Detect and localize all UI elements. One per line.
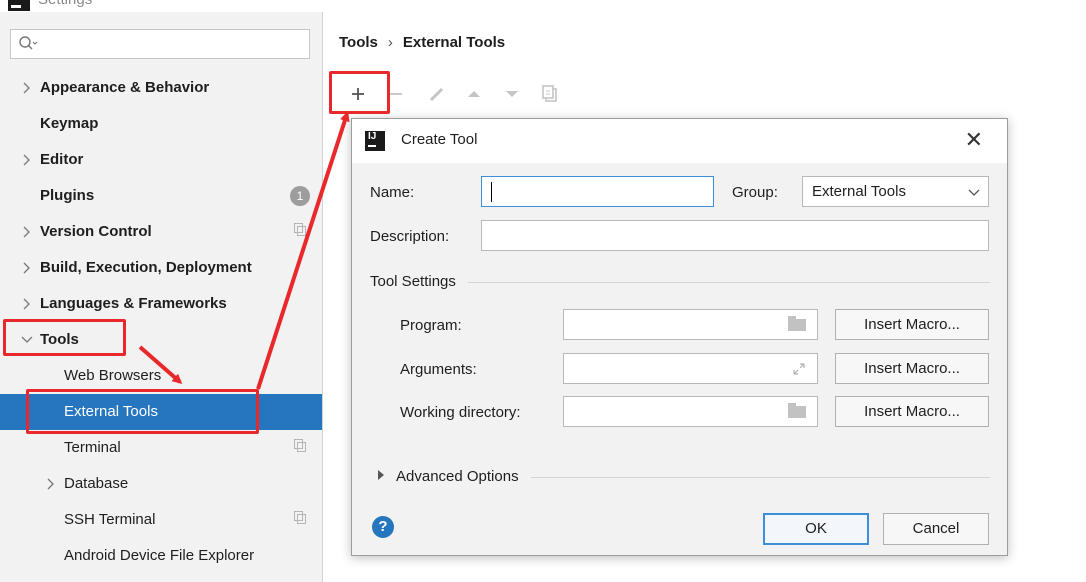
annotation-arrow-tools-to-external: [138, 345, 183, 384]
annotation-arrow-external-to-add: [256, 111, 350, 390]
annotation-arrows: [138, 111, 350, 390]
